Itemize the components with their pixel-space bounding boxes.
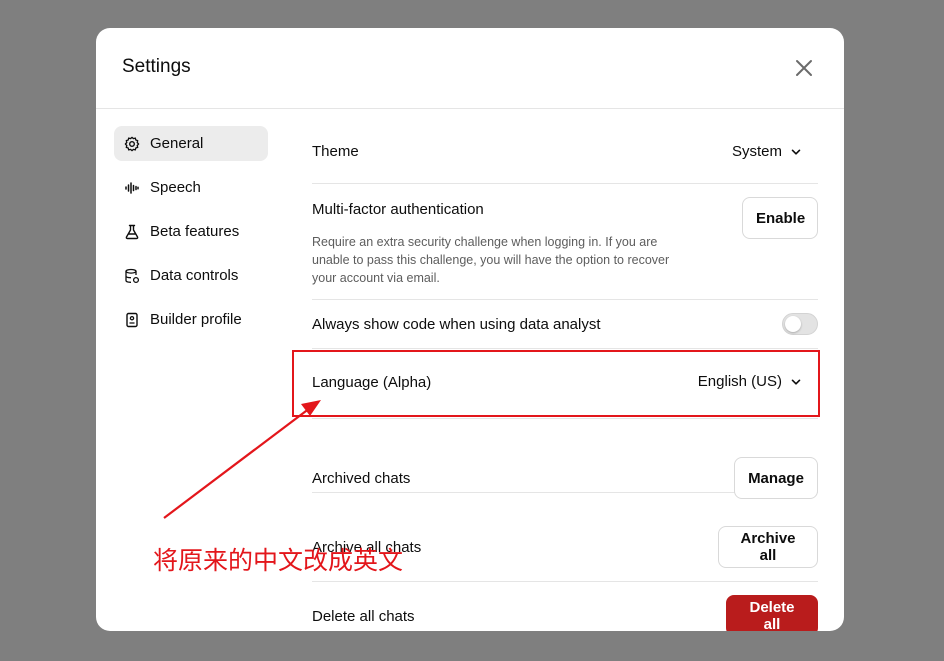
chevron-down-icon [790, 146, 802, 158]
sidebar-item-beta-features[interactable]: Beta features [114, 214, 268, 249]
mfa-description: Require an extra security challenge when… [312, 235, 670, 285]
modal-header: Settings [96, 28, 844, 109]
archive-all-button[interactable]: Archive all [718, 526, 818, 568]
language-value: English (US) [697, 373, 782, 390]
sidebar-item-label: Speech [150, 179, 201, 196]
language-row: Language (Alpha) English (US) [312, 349, 818, 419]
settings-sidebar: General Speech Beta features Data contro… [114, 126, 268, 346]
theme-row: Theme System [312, 108, 818, 184]
sidebar-item-builder-profile[interactable]: Builder profile [114, 302, 268, 337]
theme-label: Theme [312, 143, 359, 160]
language-select[interactable]: English (US) [698, 373, 802, 390]
toggle-knob [785, 316, 801, 332]
manage-archived-button[interactable]: Manage [734, 457, 818, 499]
gear-icon [124, 136, 140, 152]
sidebar-item-data-controls[interactable]: Data controls [114, 258, 268, 293]
enable-mfa-button[interactable]: Enable [742, 197, 818, 239]
language-label: Language (Alpha) [312, 374, 432, 391]
show-code-toggle[interactable] [782, 313, 818, 335]
sidebar-item-general[interactable]: General [114, 126, 268, 161]
database-gear-icon [124, 268, 140, 284]
sidebar-item-label: Beta features [150, 223, 240, 240]
theme-value: System [731, 143, 782, 160]
delete-all-row: Delete all chats Delete all [312, 581, 818, 631]
flask-icon [124, 224, 140, 240]
waveform-icon [124, 180, 140, 196]
sidebar-item-label: Data controls [150, 267, 239, 284]
chevron-down-icon [790, 376, 802, 388]
theme-select[interactable]: System [732, 143, 802, 160]
annotation-text: 将原来的中文改成英文 [153, 546, 404, 575]
mfa-row: Multi-factor authentication Require an e… [312, 183, 818, 300]
close-button[interactable] [790, 54, 818, 82]
code-label: Always show code when using data analyst [312, 316, 601, 333]
id-badge-icon [124, 312, 140, 328]
delete-all-label: Delete all chats [312, 608, 415, 625]
modal-title: Settings [122, 56, 191, 77]
delete-all-button[interactable]: Delete all [726, 595, 818, 631]
sidebar-item-speech[interactable]: Speech [114, 170, 268, 205]
mfa-label: Multi-factor authentication [312, 201, 484, 218]
archived-chats-row: Archived chats Manage [312, 418, 818, 499]
close-icon [796, 60, 812, 76]
sidebar-item-label: General [150, 135, 204, 152]
sidebar-item-label: Builder profile [150, 311, 242, 328]
archived-chats-label: Archived chats [312, 470, 411, 487]
code-row: Always show code when using data analyst [312, 299, 818, 349]
